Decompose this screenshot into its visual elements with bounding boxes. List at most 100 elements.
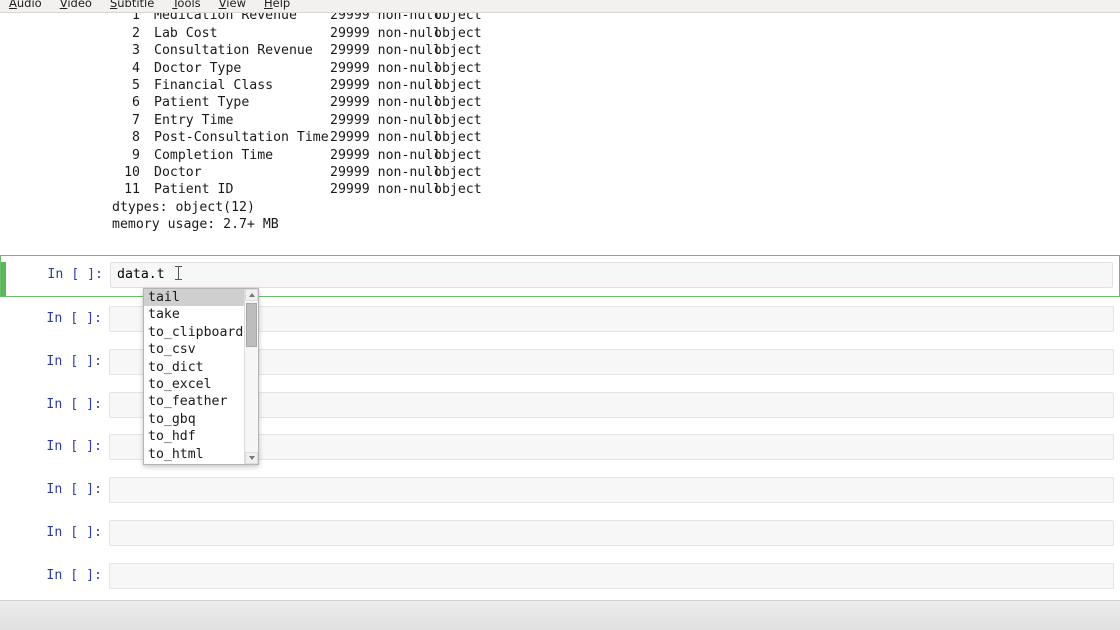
info-column-name: Patient ID: [154, 182, 234, 198]
info-row: 8 Post-Consultation Time29999 non-nullobj…: [112, 129, 1120, 146]
cell-prompt: In [ ]:: [46, 354, 102, 369]
info-non-null-count: 29999 non-null: [330, 182, 442, 198]
info-column-name: Post-Consultation Time: [154, 130, 329, 146]
info-row: 5 Financial Class 29999 non-nullobject: [112, 77, 1120, 94]
autocomplete-dropdown[interactable]: tail take to_clipboard to_csv to_dict to_exce…: [143, 288, 259, 465]
scroll-down-arrow-icon[interactable]: [245, 452, 258, 464]
scrollbar-thumb[interactable]: [246, 303, 257, 347]
info-row: 4 Doctor Type 29999 non-nullobject: [112, 60, 1120, 77]
cell-prompt: In [ ]:: [46, 482, 102, 497]
info-column-name: Completion Time: [154, 147, 274, 163]
autocomplete-option[interactable]: to_dict: [144, 359, 244, 376]
cell-prompt: In [ ]:: [46, 525, 102, 540]
autocomplete-scrollbar[interactable]: [244, 289, 258, 464]
info-non-null-count: 29999 non-null: [330, 164, 442, 180]
menu-item-audio[interactable]: Audio: [0, 0, 51, 12]
info-dtypes-summary: dtypes: object(12): [112, 199, 255, 215]
cell-code-text: data.t: [117, 267, 165, 282]
info-column-name: Consultation Revenue: [154, 43, 313, 59]
info-non-null-count: 29999 non-null: [330, 112, 442, 128]
cell-prompt: In [ ]:: [46, 568, 102, 583]
info-column-dtype: object: [434, 182, 482, 198]
autocomplete-option-list[interactable]: tail take to_clipboard to_csv to_dict to_exce…: [144, 289, 244, 464]
info-column-dtype: object: [434, 43, 482, 59]
menu-mnemonic: S: [109, 0, 118, 10]
menu-item-view[interactable]: View: [210, 0, 255, 12]
menu-mnemonic: A: [9, 0, 17, 10]
info-row: 2 Lab Cost 29999 non-nullobject: [112, 25, 1120, 42]
info-column-name: Financial Class: [154, 77, 274, 93]
info-column-index: 4: [132, 60, 140, 76]
info-row: 11 Patient ID 29999 non-nullobject: [112, 181, 1120, 198]
autocomplete-option[interactable]: to_hdf: [144, 428, 244, 445]
menu-item-video[interactable]: Video: [51, 0, 101, 12]
info-non-null-count: 29999 non-null: [330, 60, 442, 76]
info-column-index: 7: [132, 112, 140, 128]
info-memory-usage: memory usage: 2.7+ MB: [112, 217, 279, 233]
info-row: 10 Doctor 29999 non-nullobject: [112, 164, 1120, 181]
code-cell[interactable]: In [ ]:: [0, 563, 1120, 591]
info-column-name: Doctor Type: [154, 60, 242, 76]
autocomplete-option[interactable]: to_excel: [144, 376, 244, 393]
cell-input-editor[interactable]: [109, 349, 1114, 375]
info-non-null-count: 29999 non-null: [330, 95, 442, 111]
menu-item-subtitle[interactable]: Subtitle: [101, 0, 163, 12]
info-column-name: Doctor: [154, 164, 202, 180]
info-non-null-count: 29999 non-null: [330, 77, 442, 93]
info-column-dtype: object: [434, 60, 482, 76]
info-column-index: 8: [132, 130, 140, 146]
menu-item-help[interactable]: Help: [255, 0, 299, 12]
info-non-null-count: 29999 non-null: [330, 130, 442, 146]
cell-input-editor[interactable]: [109, 392, 1114, 418]
info-column-index: 5: [132, 77, 140, 93]
autocomplete-option[interactable]: to_csv: [144, 341, 244, 358]
menu-mnemonic: V: [218, 0, 227, 10]
info-column-index: 9: [132, 147, 140, 163]
bottom-status-strip: [0, 600, 1120, 630]
cell-prompt: In [ ]:: [46, 311, 102, 326]
info-column-index: 6: [132, 95, 140, 111]
cell-prompt: In [ ]:: [47, 267, 103, 282]
info-column-dtype: object: [434, 147, 482, 163]
cell-input-editor[interactable]: [109, 563, 1114, 589]
scroll-up-arrow-icon[interactable]: [245, 289, 258, 301]
text-cursor-icon: [174, 266, 182, 280]
info-column-dtype: object: [434, 25, 482, 41]
cell-input-editor[interactable]: [109, 477, 1114, 503]
cell-prompt: In [ ]:: [46, 397, 102, 412]
cell-input-editor[interactable]: [109, 306, 1114, 332]
cell-input-editor[interactable]: [109, 520, 1114, 546]
info-row: 6 Patient Type 29999 non-nullobject: [112, 94, 1120, 111]
info-column-dtype: object: [434, 95, 482, 111]
info-column-index: 10: [124, 164, 140, 180]
autocomplete-option[interactable]: tail: [144, 289, 244, 307]
code-cell[interactable]: In [ ]:: [0, 477, 1120, 505]
info-non-null-count: 29999 non-null: [330, 43, 442, 59]
application-menu-bar: Audio Video Subtitle Tools View Help: [0, 0, 1120, 13]
info-column-dtype: object: [434, 77, 482, 93]
cell-prompt: In [ ]:: [46, 439, 102, 454]
info-column-dtype: object: [434, 130, 482, 146]
info-column-index: 11: [124, 182, 140, 198]
info-column-index: 2: [132, 25, 140, 41]
code-cell[interactable]: In [ ]:: [0, 520, 1120, 548]
menu-mnemonic: T: [172, 0, 178, 10]
cell-input-editor[interactable]: [109, 434, 1114, 460]
info-non-null-count: 29999 non-null: [330, 147, 442, 163]
info-column-name: Patient Type: [154, 95, 250, 111]
info-column-dtype: object: [434, 164, 482, 180]
info-row: 7 Entry Time 29999 non-nullobject: [112, 112, 1120, 129]
menu-item-tools[interactable]: Tools: [163, 0, 209, 12]
info-column-index: 3: [132, 43, 140, 59]
autocomplete-option[interactable]: to_clipboard: [144, 324, 244, 341]
cell-input-editor[interactable]: data.t: [110, 262, 1113, 288]
info-column-dtype: object: [434, 112, 482, 128]
autocomplete-option[interactable]: take: [144, 306, 244, 323]
autocomplete-option[interactable]: to_gbq: [144, 411, 244, 428]
menu-mnemonic: V: [59, 0, 68, 10]
info-row: 9 Completion Time 29999 non-nullobject: [112, 147, 1120, 164]
info-row: 3 Consultation Revenue 29999 non-nullobjec…: [112, 42, 1120, 59]
menu-mnemonic: H: [263, 0, 273, 10]
autocomplete-option[interactable]: to_feather: [144, 393, 244, 410]
autocomplete-option[interactable]: to_html: [144, 446, 244, 463]
